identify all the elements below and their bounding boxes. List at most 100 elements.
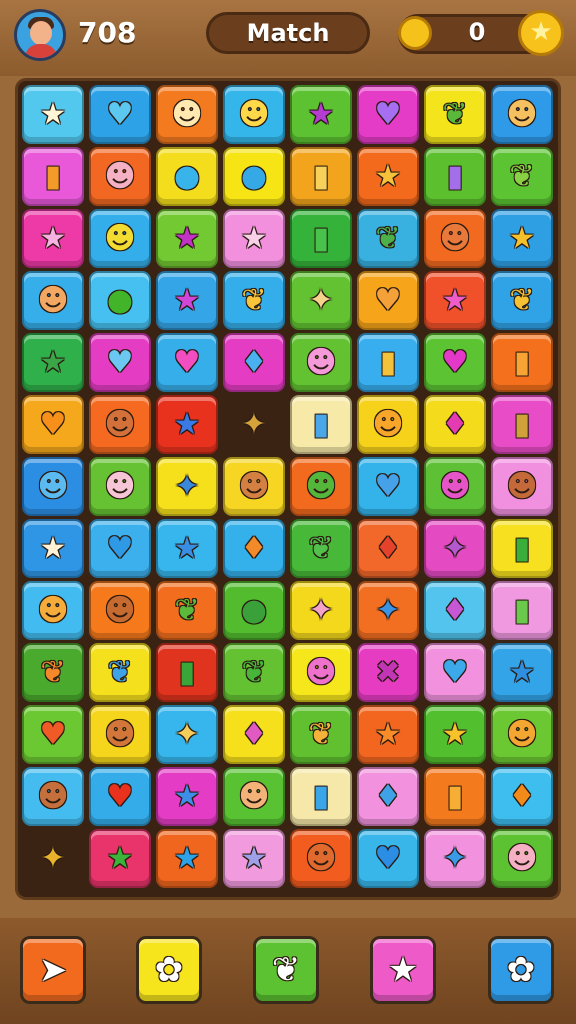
tile-heart[interactable]: ♥ — [156, 333, 218, 392]
tile-heart[interactable]: ♥ — [22, 705, 84, 764]
tile-star[interactable]: ★ — [424, 705, 486, 764]
tile-bag[interactable]: ▮ — [156, 643, 218, 702]
tile-pin[interactable]: ✦ — [22, 829, 84, 888]
tile-drop[interactable]: ♦ — [424, 581, 486, 640]
tile-face[interactable]: ☻ — [491, 85, 553, 144]
settings-button[interactable]: ✿ — [488, 936, 554, 1004]
tile-blob[interactable]: ● — [223, 147, 285, 206]
tile-bag[interactable]: ▮ — [357, 333, 419, 392]
star-button[interactable]: ★ — [370, 936, 436, 1004]
tile-leaf[interactable]: ❦ — [357, 209, 419, 268]
tile-bag[interactable]: ▮ — [290, 767, 352, 826]
tile-bag[interactable]: ▮ — [491, 333, 553, 392]
tile-leaf[interactable]: ❦ — [491, 271, 553, 330]
tile-heart[interactable]: ♥ — [424, 643, 486, 702]
tile-pin[interactable]: ✦ — [424, 519, 486, 578]
tile-star[interactable]: ★ — [424, 271, 486, 330]
tile-star[interactable]: ★ — [22, 85, 84, 144]
tile-face[interactable]: ☻ — [22, 271, 84, 330]
tile-drop[interactable]: ♦ — [357, 767, 419, 826]
tile-face[interactable]: ☻ — [89, 147, 151, 206]
tile-heart[interactable]: ♥ — [357, 85, 419, 144]
tile-leaf[interactable]: ❦ — [22, 643, 84, 702]
tile-face[interactable]: ☻ — [357, 395, 419, 454]
tile-star[interactable]: ★ — [491, 209, 553, 268]
tile-star[interactable]: ★ — [223, 209, 285, 268]
tile-cross[interactable]: ✖ — [357, 643, 419, 702]
tile-face[interactable]: ☻ — [89, 395, 151, 454]
tile-leaf[interactable]: ❦ — [89, 643, 151, 702]
tile-face[interactable]: ☻ — [22, 457, 84, 516]
pointer-button[interactable]: ➤ — [20, 936, 86, 1004]
tile-face[interactable]: ☻ — [22, 767, 84, 826]
tile-leaf[interactable]: ❦ — [223, 643, 285, 702]
tile-heart[interactable]: ♥ — [89, 767, 151, 826]
tile-star[interactable]: ★ — [156, 271, 218, 330]
tile-pin[interactable]: ✦ — [424, 829, 486, 888]
tile-star[interactable]: ★ — [357, 147, 419, 206]
tile-face[interactable]: ☻ — [223, 767, 285, 826]
tile-blob[interactable]: ● — [223, 581, 285, 640]
tile-pin[interactable]: ✦ — [290, 271, 352, 330]
tile-star[interactable]: ★ — [156, 395, 218, 454]
tile-bag[interactable]: ▮ — [491, 581, 553, 640]
tile-face[interactable]: ☻ — [89, 457, 151, 516]
tile-heart[interactable]: ♥ — [357, 271, 419, 330]
tile-face[interactable]: ☻ — [89, 581, 151, 640]
tile-face[interactable]: ☻ — [491, 829, 553, 888]
tile-heart[interactable]: ♥ — [89, 333, 151, 392]
tile-heart[interactable]: ♥ — [89, 85, 151, 144]
tile-pin[interactable]: ✦ — [156, 457, 218, 516]
tile-star[interactable]: ★ — [156, 767, 218, 826]
tile-face[interactable]: ☻ — [290, 457, 352, 516]
tile-drop[interactable]: ♦ — [491, 767, 553, 826]
tile-face[interactable]: ☻ — [424, 457, 486, 516]
tile-face[interactable]: ☻ — [491, 457, 553, 516]
tile-star[interactable]: ★ — [22, 333, 84, 392]
tile-face[interactable]: ☻ — [22, 581, 84, 640]
tile-bag[interactable]: ▮ — [290, 209, 352, 268]
tile-drop[interactable]: ♦ — [223, 333, 285, 392]
tile-pin[interactable]: ✦ — [290, 581, 352, 640]
tile-face[interactable]: ☻ — [156, 85, 218, 144]
tile-drop[interactable]: ♦ — [223, 519, 285, 578]
tile-bag[interactable]: ▮ — [424, 147, 486, 206]
tile-heart[interactable]: ♥ — [424, 333, 486, 392]
tile-face[interactable]: ☻ — [89, 705, 151, 764]
tile-heart[interactable]: ♥ — [357, 457, 419, 516]
tile-heart[interactable]: ♥ — [89, 519, 151, 578]
star-badge-icon[interactable]: ★ — [518, 10, 564, 56]
tile-leaf[interactable]: ❦ — [424, 85, 486, 144]
tile-star[interactable]: ★ — [22, 519, 84, 578]
tile-leaf[interactable]: ❦ — [156, 581, 218, 640]
tile-leaf[interactable]: ❦ — [290, 705, 352, 764]
tile-star[interactable]: ★ — [290, 85, 352, 144]
tile-face[interactable]: ☻ — [491, 705, 553, 764]
tile-star[interactable]: ★ — [223, 829, 285, 888]
tile-face[interactable]: ☻ — [424, 209, 486, 268]
tile-bag[interactable]: ▮ — [491, 519, 553, 578]
tile-star[interactable]: ★ — [156, 829, 218, 888]
tile-heart[interactable]: ♥ — [22, 395, 84, 454]
tile-drop[interactable]: ♦ — [424, 395, 486, 454]
tile-bag[interactable]: ▮ — [22, 147, 84, 206]
tile-face[interactable]: ☻ — [223, 85, 285, 144]
tile-bag[interactable]: ▮ — [290, 147, 352, 206]
tile-leaf[interactable]: ❦ — [223, 271, 285, 330]
tile-face[interactable]: ☻ — [290, 333, 352, 392]
tile-heart[interactable]: ♥ — [357, 829, 419, 888]
tile-star[interactable]: ★ — [491, 643, 553, 702]
tile-bag[interactable]: ▮ — [491, 395, 553, 454]
tile-star[interactable]: ★ — [22, 209, 84, 268]
tile-drop[interactable]: ♦ — [357, 519, 419, 578]
tile-leaf[interactable]: ❦ — [491, 147, 553, 206]
tile-pin[interactable]: ✦ — [223, 395, 285, 454]
tile-blob[interactable]: ● — [156, 147, 218, 206]
tile-bag[interactable]: ▮ — [424, 767, 486, 826]
tile-star[interactable]: ★ — [156, 209, 218, 268]
tile-leaf[interactable]: ❦ — [290, 519, 352, 578]
flower-button[interactable]: ✿ — [136, 936, 202, 1004]
avatar-icon[interactable] — [14, 9, 66, 61]
tile-star[interactable]: ★ — [357, 705, 419, 764]
tile-bag[interactable]: ▮ — [290, 395, 352, 454]
